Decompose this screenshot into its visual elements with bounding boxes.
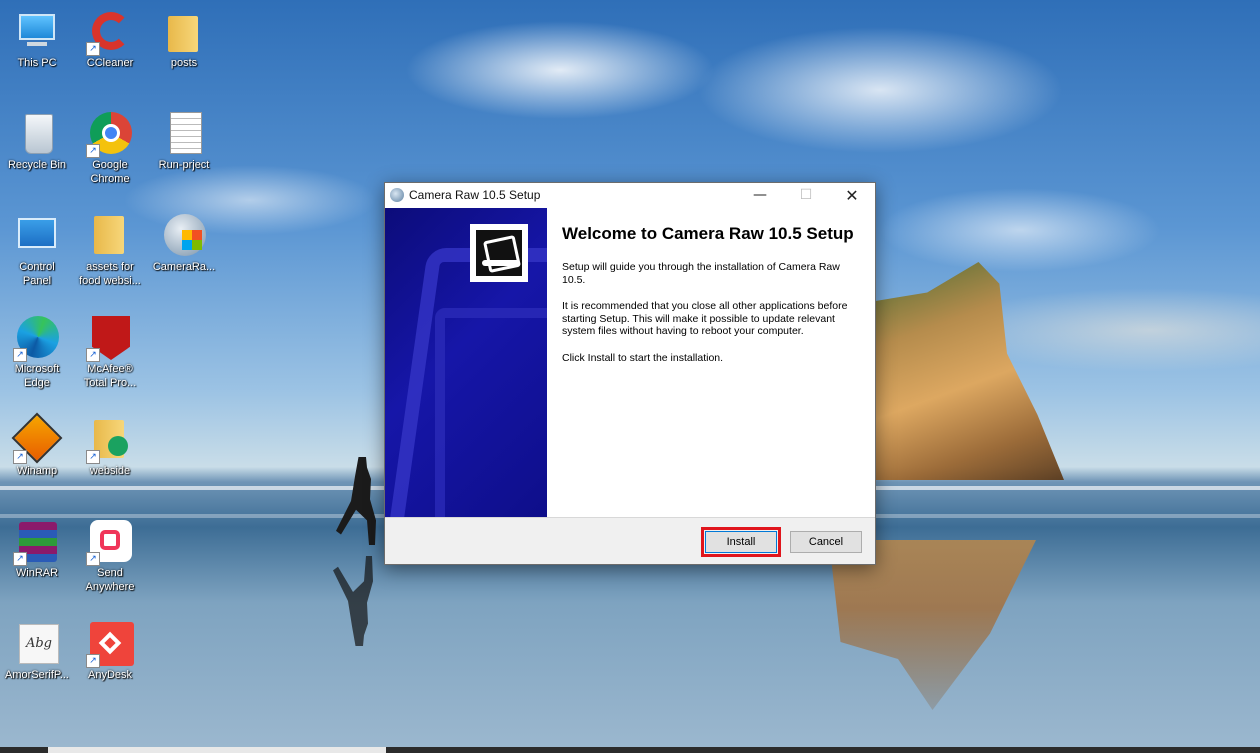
text-file-icon [162,112,206,156]
recommendation-text: It is recommended that you close all oth… [562,300,848,337]
ccleaner-icon: ↗ [86,10,132,56]
installer-sidebar-image [385,208,547,517]
mcafee-icon: ↗ [86,316,132,362]
desktop-icon-assets-folder[interactable]: assets for food websi... [73,214,147,288]
dialog-titlebar[interactable]: Camera Raw 10.5 Setup — ☐ ✕ [385,183,875,208]
desktop-icon-winrar[interactable]: ↗ WinRAR [0,520,74,580]
chrome-icon: ↗ [86,112,132,158]
desktop-icon-recycle-bin[interactable]: Recycle Bin [0,112,74,172]
runner-reflection [333,556,373,646]
sea-stack-rock [874,262,1064,480]
welcome-heading: Welcome to Camera Raw 10.5 Setup [562,224,854,243]
desktop-icon-run-prject[interactable]: Run-prject [147,112,221,172]
recycle-bin-icon [15,112,59,156]
desktop-icon-control-panel[interactable]: Control Panel [0,214,74,288]
setup-dialog: Camera Raw 10.5 Setup — ☐ ✕ Welcome to C… [384,182,876,565]
desktop-icon-this-pc[interactable]: This PC [0,10,74,70]
desktop-icon-mcafee[interactable]: ↗ McAfee® Total Pro... [73,316,147,390]
intro-text: Setup will guide you through the install… [562,261,840,286]
winrar-icon: ↗ [13,520,59,566]
maximize-button[interactable]: ☐ [783,183,829,208]
desktop-icon-edge[interactable]: ↗ Microsoft Edge [0,316,74,390]
desktop-icon-ccleaner[interactable]: ↗ CCleaner [73,10,147,70]
font-file-icon: Abg [15,622,59,666]
folder-icon [162,10,206,54]
desktop-icon-chrome[interactable]: ↗ Google Chrome [73,112,147,186]
folder-icon [88,214,132,258]
taskbar [0,747,1260,753]
control-panel-icon [15,214,59,258]
minimize-button[interactable]: — [737,183,783,208]
folder-icon: ↗ [86,418,132,464]
winamp-icon: ↗ [11,412,63,464]
welcome-panel: Welcome to Camera Raw 10.5 Setup Setup w… [385,208,875,517]
dialog-title: Camera Raw 10.5 Setup [409,188,541,202]
installer-icon [162,214,206,258]
rock-reflection [829,540,1036,710]
this-pc-icon [15,10,59,54]
cancel-button[interactable]: Cancel [790,531,862,553]
desktop-icon-posts[interactable]: posts [147,10,221,70]
install-button[interactable]: Install [701,527,781,557]
instruction-text: Click Install to start the installation. [562,351,724,364]
desktop-icon-send-anywhere[interactable]: ↗ Send Anywhere [73,520,147,594]
welcome-content: Welcome to Camera Raw 10.5 Setup Setup w… [562,224,862,364]
desktop-icon-webside[interactable]: ↗ webside [73,418,147,478]
runner-silhouette [336,457,376,545]
edge-icon: ↗ [13,316,59,362]
send-anywhere-icon: ↗ [86,520,132,566]
taskbar-segment[interactable] [48,747,386,753]
camera-raw-logo-icon [470,224,528,282]
anydesk-icon: ↗ [86,622,134,668]
desktop-icon-amorserif-font[interactable]: Abg AmorSerifP... [0,622,74,682]
installer-app-icon [390,188,404,202]
desktop-icon-cameraraw-installer[interactable]: CameraRa... [147,214,221,274]
desktop-icon-winamp[interactable]: ↗ Winamp [0,412,74,478]
desktop-icon-anydesk[interactable]: ↗ AnyDesk [73,622,147,682]
close-button[interactable]: ✕ [829,183,875,208]
footer-divider [385,517,875,518]
